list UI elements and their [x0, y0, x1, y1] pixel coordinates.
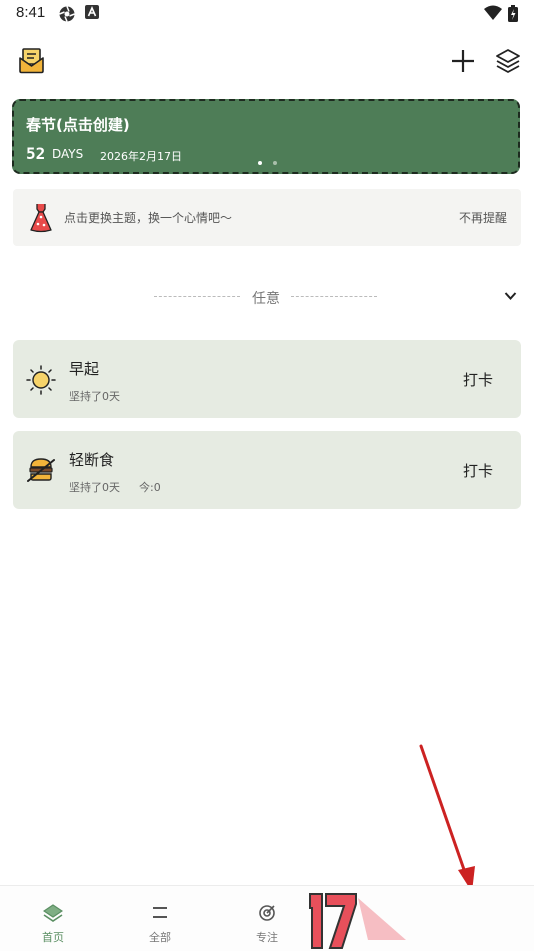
- burger-icon: [27, 458, 55, 482]
- tip-text: 点击更换主题，换一个心情吧～: [64, 211, 233, 225]
- banner-title: 春节(点击创建): [26, 116, 130, 134]
- nav-item-home[interactable]: 首页: [13, 886, 93, 951]
- aperture-icon: [59, 6, 75, 22]
- banner-date: 2026年2月17日: [100, 150, 182, 163]
- mail-icon[interactable]: [18, 48, 45, 74]
- theme-tip-card[interactable]: 点击更换主题，换一个心情吧～ 不再提醒: [13, 189, 521, 246]
- nav-item-focus[interactable]: 专注: [227, 886, 307, 951]
- pager-dot: [273, 161, 277, 165]
- logo-17-watermark: [309, 893, 406, 949]
- nav-item-all[interactable]: 全部: [120, 886, 200, 951]
- habit-name: 早起: [69, 360, 100, 378]
- habit-card-early-rise[interactable]: 早起 坚持了0天 打卡: [13, 340, 521, 418]
- add-icon[interactable]: [451, 49, 475, 73]
- nav-label-home: 首页: [42, 931, 64, 944]
- dismiss-tip-button[interactable]: 不再提醒: [459, 209, 507, 226]
- layers-icon[interactable]: [495, 48, 521, 74]
- habit-streak: 坚持了0天: [69, 481, 120, 494]
- nav-label-all: 全部: [149, 931, 171, 944]
- nav-label-focus: 专注: [256, 931, 278, 944]
- habit-streak: 坚持了0天: [69, 390, 120, 403]
- list-icon: [153, 907, 167, 918]
- habit-today-count: 今:0: [139, 481, 161, 494]
- section-header: 任意: [0, 286, 534, 308]
- sun-icon: [26, 365, 56, 395]
- dress-icon: [30, 204, 52, 233]
- banner-days-unit: DAYS: [52, 147, 84, 161]
- target-icon: [259, 905, 275, 921]
- habit-card-fasting[interactable]: 轻断食 坚持了0天 今:0 打卡: [13, 431, 521, 509]
- status-time: 8:41: [16, 4, 46, 21]
- chevron-down-icon[interactable]: [504, 291, 517, 301]
- section-title: 任意: [252, 291, 280, 307]
- notification-a-icon: [85, 5, 99, 19]
- battery-icon: [508, 5, 518, 22]
- divider-left: [154, 296, 240, 297]
- check-in-button[interactable]: 打卡: [463, 460, 493, 481]
- countdown-banner[interactable]: 春节(点击创建) 52 DAYS 2026年2月17日: [12, 99, 520, 174]
- habit-name: 轻断食: [69, 451, 115, 469]
- status-bar: 8:41: [0, 0, 534, 28]
- wifi-icon: [484, 5, 502, 20]
- divider-right: [291, 296, 377, 297]
- annotation-arrow: [419, 744, 475, 892]
- home-icon: [43, 904, 63, 922]
- pager-dot-active: [258, 161, 262, 165]
- bottom-nav: 首页 全部 专注: [0, 885, 534, 951]
- check-in-button[interactable]: 打卡: [463, 369, 493, 390]
- banner-days-count: 52: [26, 144, 46, 163]
